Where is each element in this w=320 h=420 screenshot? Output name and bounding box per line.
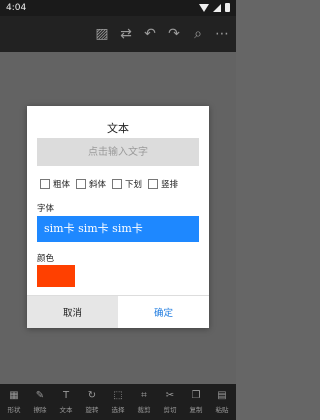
tool-label: 裁剪 <box>137 406 151 414</box>
style-options: 粗体 斜体 下划 竖排 <box>40 178 178 190</box>
tool-label: 擦除 <box>33 406 47 414</box>
vertical-checkbox[interactable] <box>148 179 159 189</box>
image-icon[interactable]: ▨ <box>94 26 110 42</box>
italic-label: 斜体 <box>89 180 107 190</box>
crop-icon: ⌗ <box>141 390 147 401</box>
copy-icon: ❐ <box>191 390 201 401</box>
eraser-icon: ✎ <box>35 390 45 401</box>
italic-checkbox[interactable] <box>76 179 87 189</box>
font-selector[interactable]: sim卡 sim卡 sim卡 <box>37 216 199 242</box>
italic-option[interactable]: 斜体 <box>76 178 106 190</box>
underline-label: 下划 <box>125 180 143 190</box>
underline-option[interactable]: 下划 <box>112 178 142 190</box>
wifi-icon <box>199 3 209 12</box>
color-label: 颜色 <box>37 254 55 264</box>
tool-select[interactable]: ⬚ 选择 <box>107 390 129 414</box>
tool-paste[interactable]: ▤ 粘贴 <box>211 390 233 414</box>
vertical-option[interactable]: 竖排 <box>148 178 178 190</box>
tool-rotate[interactable]: ↻ 旋转 <box>81 390 103 414</box>
status-time: 4:04 <box>6 3 27 13</box>
color-swatch[interactable] <box>37 265 75 287</box>
redo-icon[interactable]: ↷ <box>166 26 182 42</box>
shape-icon: ▦ <box>9 390 19 401</box>
tool-shape[interactable]: ▦ 形状 <box>3 390 25 414</box>
zoom-icon[interactable]: ⌕ <box>190 26 206 42</box>
tool-erase[interactable]: ✎ 擦除 <box>29 390 51 414</box>
tool-label: 选择 <box>111 406 125 414</box>
tool-copy[interactable]: ❐ 复制 <box>185 390 207 414</box>
select-icon: ⬚ <box>113 390 123 401</box>
tool-label: 旋转 <box>85 406 99 414</box>
tool-crop[interactable]: ⌗ 裁剪 <box>133 390 155 414</box>
rotate-icon: ↻ <box>87 390 97 401</box>
signal-icon <box>213 3 221 12</box>
cancel-button[interactable]: 取消 <box>27 296 118 328</box>
text-dialog: 文本 粗体 斜体 下划 竖排 字体 sim卡 sim卡 sim卡 颜色 取消 确… <box>27 106 209 328</box>
status-bar: 4:04 <box>0 0 236 16</box>
top-toolbar: ▨ ⇄ ↶ ↷ ⌕ ⋯ <box>0 16 236 52</box>
undo-icon[interactable]: ↶ <box>142 26 158 42</box>
battery-icon <box>225 3 230 12</box>
bold-label: 粗体 <box>53 180 71 190</box>
status-icons <box>199 3 230 12</box>
tool-label: 剪切 <box>163 406 177 414</box>
tool-label: 粘贴 <box>215 406 229 414</box>
tool-label: 复制 <box>189 406 203 414</box>
bold-checkbox[interactable] <box>40 179 50 189</box>
bold-option[interactable]: 粗体 <box>40 178 70 190</box>
tool-cut[interactable]: ✂ 剪切 <box>159 390 181 414</box>
dialog-title: 文本 <box>107 122 129 135</box>
font-label: 字体 <box>37 204 55 214</box>
scissors-icon: ✂ <box>165 390 175 401</box>
bottom-toolbar: ▦ 形状 ✎ 擦除 T 文本 ↻ 旋转 ⬚ 选择 ⌗ 裁剪 ✂ 剪切 ❐ 复制 … <box>0 384 236 420</box>
text-input[interactable] <box>37 138 199 166</box>
ok-button[interactable]: 确定 <box>118 296 209 328</box>
more-icon[interactable]: ⋯ <box>214 26 230 42</box>
underline-checkbox[interactable] <box>112 179 123 189</box>
swap-icon[interactable]: ⇄ <box>118 26 134 42</box>
vertical-label: 竖排 <box>161 180 179 190</box>
tool-text[interactable]: T 文本 <box>55 390 77 414</box>
dialog-buttons: 取消 确定 <box>27 295 209 328</box>
tool-label: 形状 <box>7 406 21 414</box>
tool-label: 文本 <box>59 406 73 414</box>
paste-icon: ▤ <box>217 390 227 401</box>
text-icon: T <box>62 390 70 401</box>
